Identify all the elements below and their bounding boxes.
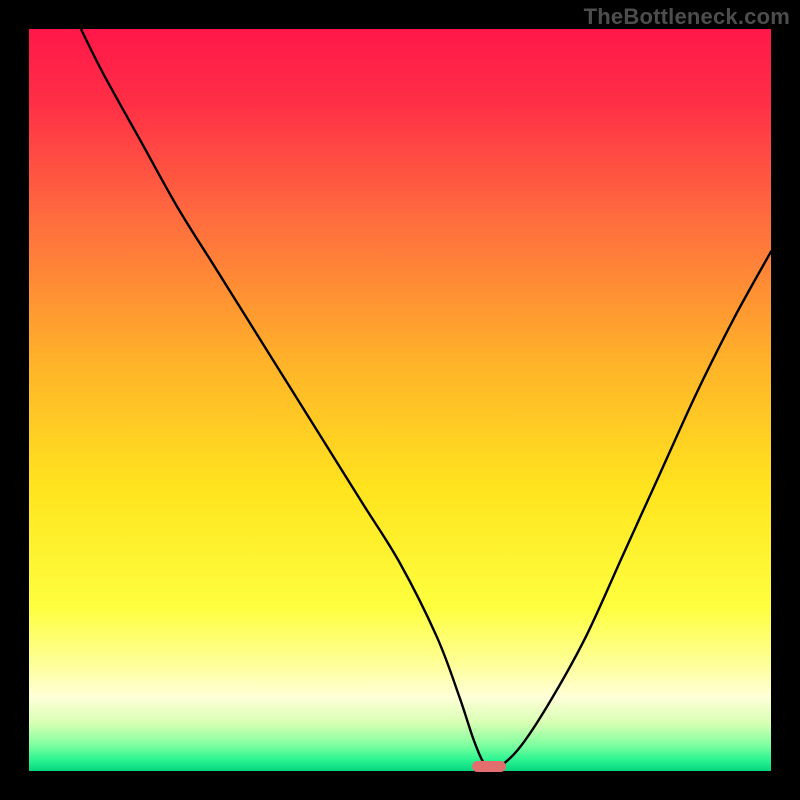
- optimum-marker: [472, 761, 505, 771]
- chart-frame: TheBottleneck.com: [0, 0, 800, 800]
- bottleneck-curve: [29, 29, 771, 771]
- plot-area: [29, 29, 771, 771]
- watermark-text: TheBottleneck.com: [584, 4, 790, 30]
